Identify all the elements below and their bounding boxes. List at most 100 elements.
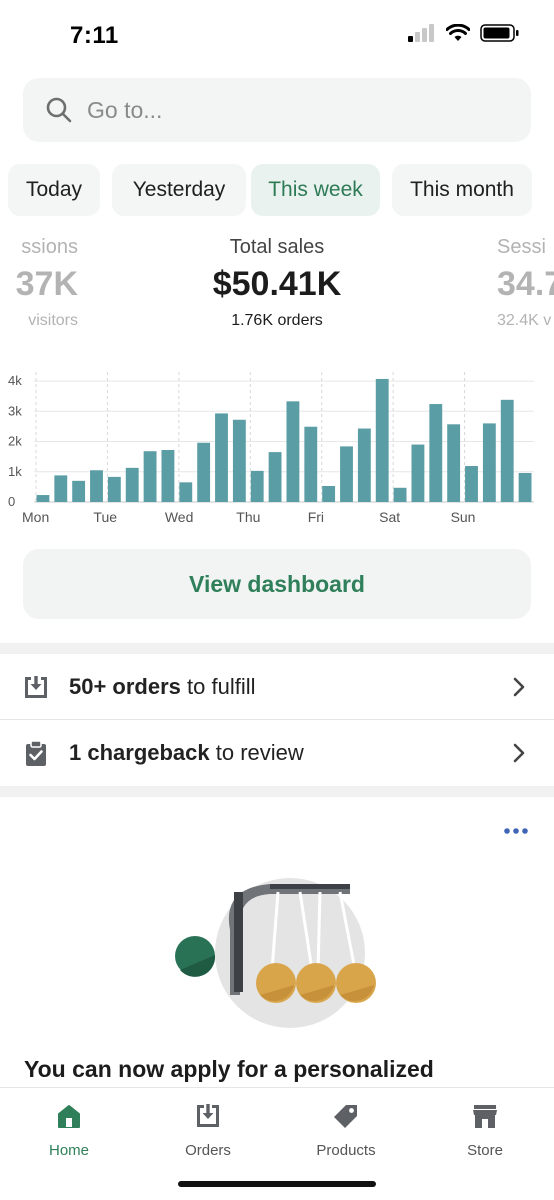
period-tabs: Today Yesterday This week This month [8,164,554,216]
store-icon [473,1105,497,1128]
section-divider [0,786,554,797]
orders-icon [197,1104,219,1127]
task-label-bold: 50+ orders [69,674,181,699]
metric-sessions-next[interactable]: Sessi 34.7 32.4K v [497,236,554,330]
chart-bar [90,470,103,502]
view-dashboard-button[interactable]: View dashboard [23,549,531,619]
nav-label: Home [48,1142,89,1159]
chart-bar [500,399,514,502]
status-icons [408,24,520,42]
chart-bar [268,452,282,502]
task-label-rest: to fulfill [180,674,256,699]
clipboard-check-icon [26,740,46,766]
signal-icon [408,24,434,42]
nav-label: Store [467,1142,503,1159]
nav-label: Products [316,1142,376,1159]
metric-sessions-prev[interactable]: ssions 37K visitors [0,236,78,330]
home-icon [58,1105,80,1128]
chart-bar [179,482,193,502]
y-tick-label: 2k [8,434,22,449]
x-tick-label: Fri [308,509,324,525]
x-tick-label: Thu [236,509,260,525]
chart-bar [411,444,425,502]
chart-bar [393,487,407,502]
task-label: 1 chargeback to review [69,740,304,766]
nav-item-products[interactable]: Products [296,1102,396,1159]
chart-bar [125,467,139,502]
newtons-cradle-illustration [175,870,376,1028]
y-tick-label: 0 [8,494,15,509]
chart-bar [518,472,532,502]
chart-bar [304,426,318,502]
x-tick-label: Tue [93,509,117,525]
chart-bar [375,378,389,502]
tab-yesterday[interactable]: Yesterday [112,164,246,216]
x-tick-label: Sun [451,509,476,525]
chart-bar [429,404,443,502]
metric-value: $50.41K [212,265,342,303]
chart-bar [232,419,246,502]
promo-title: You can now apply for a personalized [24,1056,434,1082]
metric-value: 37K [15,265,78,303]
metric-sub: 1.76K orders [231,312,323,329]
tab-this-week[interactable]: This week [251,164,380,216]
battery-icon [480,24,519,42]
metric-label: Total sales [229,236,325,258]
chevron-right-icon [513,677,525,697]
tag-icon [334,1105,357,1128]
more-options-icon[interactable] [504,826,528,836]
chart-bar [54,475,68,502]
chart-bar [250,470,264,502]
chart-bar [36,495,50,502]
x-tick-label: Sat [379,509,400,525]
metric-value: 34.7 [497,265,554,303]
search-bar[interactable] [23,78,531,142]
task-label-rest: to review [209,740,304,765]
chart-bar [197,442,211,502]
chart-bar [286,401,300,502]
metrics-carousel[interactable]: ssions 37K visitors Total sales $50.41K … [0,236,554,346]
chart-bar [357,428,371,502]
status-bar: 7:11 [0,0,554,64]
metric-label: Sessi [497,236,546,258]
chart-bar [322,485,336,502]
chart-bar [161,450,175,502]
home-indicator [178,1181,376,1187]
task-row-orders[interactable]: 50+ orders to fulfill [0,655,554,719]
nav-item-store[interactable]: Store [435,1102,535,1159]
nav-label: Orders [185,1142,231,1159]
x-tick-label: Mon [22,509,49,525]
y-tick-label: 1k [8,464,22,479]
chart-bar [482,423,496,502]
y-tick-label: 3k [8,403,22,418]
sales-bar-chart[interactable]: 0 1k 2k 3k 4k Mon Tue Wed Thu Fri Sat Sun [0,362,554,532]
metric-total-sales[interactable]: Total sales $50.41K 1.76K orders [157,236,397,330]
row-divider [0,719,554,720]
chart-bar [340,446,353,502]
nav-item-home[interactable]: Home [19,1102,119,1159]
metric-sub: visitors [28,312,78,329]
tab-this-month[interactable]: This month [392,164,532,216]
task-label-bold: 1 chargeback [69,740,210,765]
wifi-icon [446,24,470,41]
chart-bar [447,424,461,502]
search-input[interactable] [87,96,487,124]
task-label: 50+ orders to fulfill [69,674,256,700]
chart-bar [107,476,121,502]
nav-item-orders[interactable]: Orders [158,1102,258,1159]
task-row-chargeback[interactable]: 1 chargeback to review [0,721,554,785]
orders-download-icon [25,676,47,698]
chevron-right-icon [513,743,525,763]
search-icon [46,97,72,123]
chart-bar [215,413,228,502]
section-divider [0,643,554,654]
status-time: 7:11 [70,22,119,49]
chart-bar [465,466,478,502]
chart-bar [143,451,157,502]
chart-bar [72,480,86,502]
y-tick-label: 4k [8,373,22,388]
metric-sub: 32.4K v [497,312,552,329]
metric-label: ssions [21,236,78,258]
tab-today[interactable]: Today [8,164,100,216]
x-tick-label: Wed [165,509,194,525]
